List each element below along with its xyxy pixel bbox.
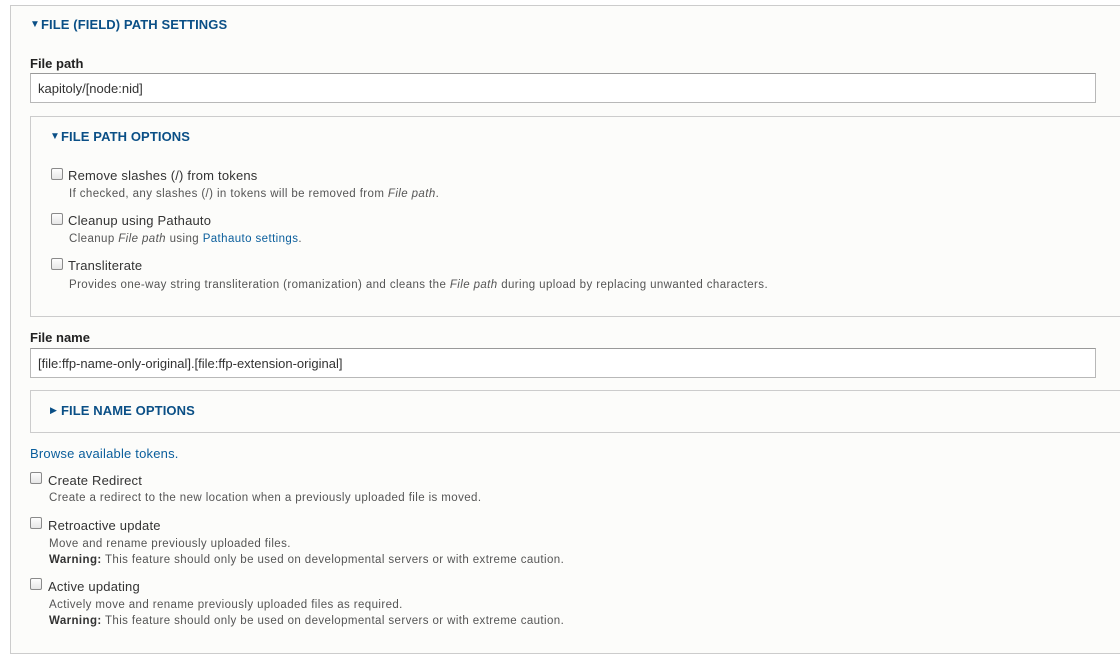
file-name-label: File name	[30, 330, 90, 345]
retroactive-update-label[interactable]: Retroactive update	[48, 518, 161, 533]
pathauto-checkbox[interactable]	[51, 213, 63, 225]
file-name-options-toggle[interactable]: ▶ FILE NAME OPTIONS	[50, 403, 195, 418]
transliterate-checkbox[interactable]	[51, 258, 63, 270]
browse-tokens-link[interactable]: Browse available tokens.	[30, 446, 179, 461]
file-path-options-title: FILE PATH OPTIONS	[61, 129, 191, 144]
active-updating-description: Actively move and rename previously uplo…	[49, 599, 403, 611]
expanded-triangle-icon: ▼	[50, 131, 60, 142]
create-redirect-description: Create a redirect to the new location wh…	[49, 492, 482, 504]
active-updating-checkbox[interactable]	[30, 578, 42, 590]
remove-slashes-description: If checked, any slashes (/) in tokens wi…	[69, 188, 440, 200]
remove-slashes-label[interactable]: Remove slashes (/) from tokens	[68, 168, 258, 183]
retroactive-update-warning: Warning: This feature should only be use…	[49, 554, 565, 566]
path-settings-toggle[interactable]: ▼ FILE (FIELD) PATH SETTINGS	[30, 17, 227, 32]
path-settings-title: FILE (FIELD) PATH SETTINGS	[41, 17, 228, 32]
create-redirect-checkbox[interactable]	[30, 472, 42, 484]
active-updating-warning: Warning: This feature should only be use…	[49, 615, 565, 627]
file-path-label: File path	[30, 56, 84, 71]
file-name-input[interactable]	[30, 348, 1096, 378]
active-updating-label[interactable]: Active updating	[48, 579, 140, 594]
expanded-triangle-icon: ▼	[30, 19, 40, 30]
remove-slashes-checkbox[interactable]	[51, 168, 63, 180]
retroactive-update-description: Move and rename previously uploaded file…	[49, 538, 291, 550]
transliterate-description: Provides one-way string transliteration …	[69, 279, 769, 291]
pathauto-settings-link[interactable]: Pathauto settings	[203, 233, 299, 245]
transliterate-label[interactable]: Transliterate	[68, 258, 142, 273]
retroactive-update-checkbox[interactable]	[30, 517, 42, 529]
collapsed-triangle-icon: ▶	[50, 405, 58, 415]
file-path-options-toggle[interactable]: ▼ FILE PATH OPTIONS	[50, 129, 190, 144]
file-path-input[interactable]	[30, 73, 1096, 103]
pathauto-description: Cleanup File path using Pathauto setting…	[69, 233, 302, 245]
create-redirect-label[interactable]: Create Redirect	[48, 473, 142, 488]
file-name-options-title: FILE NAME OPTIONS	[61, 403, 195, 418]
pathauto-label[interactable]: Cleanup using Pathauto	[68, 213, 211, 228]
